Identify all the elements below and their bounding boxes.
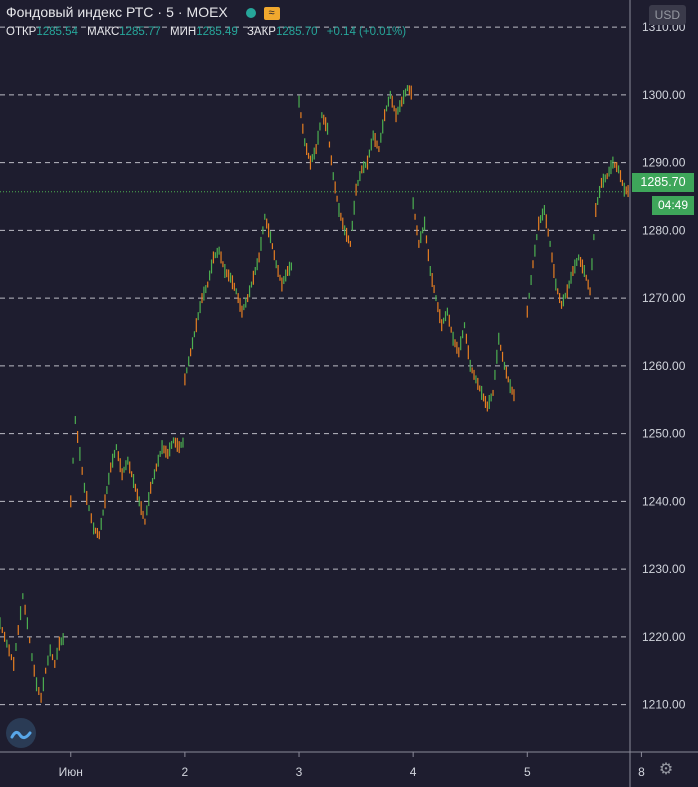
open-value: 1285.54 (36, 26, 78, 38)
currency-button[interactable]: USD (648, 5, 686, 25)
y-tick-label-3: 1240.00 (642, 494, 686, 508)
low-label: МИН (170, 26, 197, 38)
x-tick-label-4: 5 (524, 765, 531, 779)
chart-background (0, 0, 698, 787)
x-tick-label-2: 3 (296, 765, 303, 779)
status-dot-icon (245, 8, 256, 19)
y-tick-label-6: 1270.00 (642, 291, 686, 305)
last-price-label: 1285.70 (632, 173, 694, 192)
close-value: 1285.70 (275, 26, 318, 38)
high-value: 1285.77 (119, 26, 161, 38)
wave-icon[interactable]: ≈ (263, 6, 280, 20)
y-tick-label-8: 1290.00 (642, 156, 686, 170)
y-tick-label-1: 1220.00 (642, 630, 686, 644)
open-label: ОТКР (6, 26, 37, 38)
y-tick-label-5: 1260.00 (642, 359, 686, 373)
y-tick-label-2: 1230.00 (642, 562, 686, 576)
gear-icon[interactable]: ⚙ (656, 760, 676, 780)
logo-icon[interactable] (6, 718, 36, 748)
low-value: 1285.49 (196, 26, 238, 38)
countdown-label: 04:49 (652, 196, 694, 215)
chart-header: Фондовый индекс РТС · 5 · MOEX ≈ (6, 4, 280, 20)
exchange-label: MOEX (186, 4, 228, 20)
close-label: ЗАКР (246, 26, 276, 38)
y-tick-label-0: 1210.00 (642, 698, 686, 712)
instrument-title[interactable]: Фондовый индекс РТС (6, 4, 153, 20)
interval-label[interactable]: 5 (166, 4, 174, 20)
x-tick-label-3: 4 (410, 765, 417, 779)
y-tick-label-7: 1280.00 (642, 223, 686, 237)
y-tick-label-9: 1300.00 (642, 88, 686, 102)
x-tick-label-5: 8 (638, 765, 645, 779)
x-tick-label-1: 2 (182, 765, 189, 779)
x-tick-label-0: Июн (59, 765, 83, 779)
ohlc-legend: ОТКР1285.54 МАКС1285.77 МИН1285.49 ЗАКР1… (6, 26, 406, 38)
price-chart[interactable]: 1210.00 1220.00 1230.00 1240.00 1250.00 1260.… (0, 0, 698, 787)
y-tick-label-4: 1250.00 (642, 427, 686, 441)
high-label: МАКС (87, 26, 120, 38)
change-value: +0.14 (+0.01%) (326, 26, 407, 38)
